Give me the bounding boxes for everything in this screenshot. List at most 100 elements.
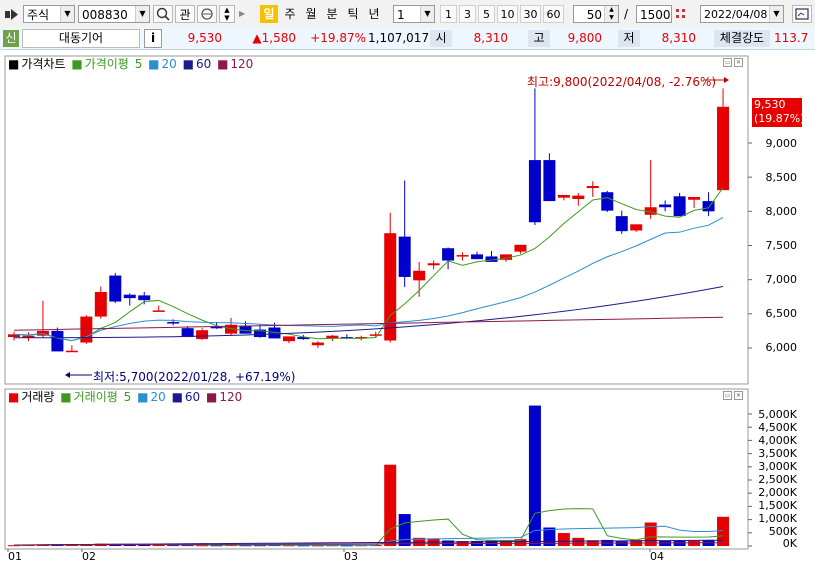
interval-value: 1 xyxy=(397,8,405,22)
x-axis-label: 04 xyxy=(650,550,664,563)
open-label: 시 xyxy=(430,30,452,47)
chart-icon[interactable] xyxy=(792,5,812,23)
volume-tick-label: 3,000K xyxy=(758,460,797,473)
candle-body xyxy=(80,316,93,343)
candle-body xyxy=(51,330,64,352)
candle-body xyxy=(398,236,411,277)
candle-body xyxy=(528,160,541,223)
period-monthly-tab[interactable]: 월 xyxy=(302,5,320,23)
price-ma20-label: 20 xyxy=(161,57,177,71)
chart-area[interactable] xyxy=(0,49,815,570)
close-icon[interactable]: ✕ xyxy=(734,58,743,67)
chevron-down-icon[interactable]: ▼ xyxy=(135,6,149,22)
stock-name[interactable]: 대동기어 xyxy=(22,29,140,48)
count-value: 50 xyxy=(586,8,602,22)
volume-tick-label: 4,500K xyxy=(758,421,797,434)
total-count-input[interactable]: 1500 xyxy=(636,5,672,23)
minimize-icon[interactable]: ▭ xyxy=(723,391,732,400)
interval-60-button[interactable]: 60 xyxy=(543,5,564,23)
volume-tick-label: 0K xyxy=(782,537,797,550)
volume-value: 1,107,017 xyxy=(368,31,430,45)
volume-ma5-label: 5 xyxy=(123,390,132,404)
candle-body xyxy=(384,233,397,341)
candle-body xyxy=(659,204,672,208)
chevron-down-icon[interactable]: ▼ xyxy=(769,6,783,22)
price-tick-label: 7,000 xyxy=(765,273,798,286)
panel-toggle-icon[interactable] xyxy=(3,5,21,23)
period-daily-tab[interactable]: 일 xyxy=(260,5,278,23)
market-type-value: 주식 xyxy=(27,8,50,22)
volume-bar xyxy=(528,405,541,546)
price-panel-title: ■ 가격차트 ■ 가격이평 5 ■ 20 ■ 60 ■ 120 xyxy=(8,57,254,71)
volume-bar xyxy=(572,537,585,546)
date-value: 2022/04/08 xyxy=(704,8,768,21)
volume-ma60-label: 60 xyxy=(184,390,201,404)
interval-5-button[interactable]: 5 xyxy=(478,5,495,23)
candle-body xyxy=(413,270,426,281)
low-label: 저 xyxy=(618,30,640,47)
chevron-down-icon[interactable]: ▼ xyxy=(60,6,74,22)
volume-ma-label: 거래이평 xyxy=(73,390,118,404)
candle-body xyxy=(442,248,455,261)
link-icon[interactable] xyxy=(197,5,217,23)
candle-body xyxy=(471,254,484,260)
interval-1-button[interactable]: 1 xyxy=(440,5,457,23)
interval-select[interactable]: 1 ▼ xyxy=(393,5,435,23)
volume-tick-label: 1,000K xyxy=(758,512,797,525)
count-separator: / xyxy=(624,7,629,21)
interval-30-button[interactable]: 30 xyxy=(520,5,541,23)
chevron-down-icon[interactable]: ▼ xyxy=(420,6,434,22)
candle-body xyxy=(427,263,440,266)
candle-body xyxy=(282,336,295,342)
candle-body xyxy=(514,244,527,252)
candle-body xyxy=(557,194,570,198)
price-ma5-label: 5 xyxy=(134,57,143,71)
candle-body xyxy=(65,350,78,353)
candle-body xyxy=(688,196,701,200)
search-icon[interactable] xyxy=(153,5,173,23)
minimize-icon[interactable]: ▭ xyxy=(723,58,732,67)
price-tick-label: 6,500 xyxy=(765,307,798,320)
count-stepper-icon[interactable]: ▲ ▼ xyxy=(604,6,618,22)
candle-body xyxy=(181,328,194,338)
low-value: 8,310 xyxy=(661,31,696,45)
info-button[interactable]: i xyxy=(144,29,162,48)
period-yearly-tab[interactable]: 년 xyxy=(365,5,383,23)
interval-3-button[interactable]: 3 xyxy=(459,5,476,23)
period-minute-tab[interactable]: 분 xyxy=(323,5,341,23)
price-chart-label: 가격차트 xyxy=(21,57,66,71)
favorite-button[interactable]: 관 xyxy=(175,5,195,23)
candle-body xyxy=(673,196,686,217)
candle-body xyxy=(167,322,180,324)
toolbar: 주식 ▼ 008830 ▼ 관 ▲ ▼ ▶ 일 주 월 분 틱 년 1 ▼ 1 3… xyxy=(0,0,815,29)
interval-10-button[interactable]: 10 xyxy=(497,5,518,23)
candle-body xyxy=(311,342,324,346)
grid-settings-icon[interactable] xyxy=(674,5,688,23)
expand-icon[interactable]: ▶ xyxy=(239,5,249,23)
date-picker[interactable]: 2022/04/08 ▼ xyxy=(700,5,784,23)
close-icon[interactable]: ✕ xyxy=(734,391,743,400)
volume-tick-label: 3,500K xyxy=(758,447,797,460)
period-weekly-tab[interactable]: 주 xyxy=(281,5,299,23)
credit-badge: 신 xyxy=(3,30,19,47)
total-count-value: 1500 xyxy=(640,8,671,22)
volume-tick-label: 2,000K xyxy=(758,486,797,499)
current-price-tag: 9,530 (19.87%) xyxy=(752,98,805,127)
period-tick-tab[interactable]: 틱 xyxy=(344,5,362,23)
candle-body xyxy=(543,160,556,202)
x-axis-label: 02 xyxy=(82,550,96,563)
candle-body xyxy=(196,330,209,340)
price-ma60-label: 60 xyxy=(195,57,212,71)
volume-ma120-label: 120 xyxy=(219,390,243,404)
price-tick-label: 9,000 xyxy=(765,137,798,150)
stepper-icon[interactable]: ▲ ▼ xyxy=(219,5,235,23)
count-input[interactable]: 50 ▲ ▼ xyxy=(573,5,619,23)
stock-code-input[interactable]: 008830 ▼ xyxy=(78,5,150,23)
candle-body xyxy=(586,186,599,189)
current-price: 9,530 xyxy=(187,31,222,45)
market-type-select[interactable]: 주식 ▼ xyxy=(23,5,75,23)
volume-panel-title: ■ 거래량 ■ 거래이평 5 ■ 20 ■ 60 ■ 120 xyxy=(8,390,243,404)
price-change: ▲1,580 xyxy=(252,31,296,45)
low-annotation-arrowhead xyxy=(65,372,70,378)
change-rate: +19.87% xyxy=(310,31,366,45)
